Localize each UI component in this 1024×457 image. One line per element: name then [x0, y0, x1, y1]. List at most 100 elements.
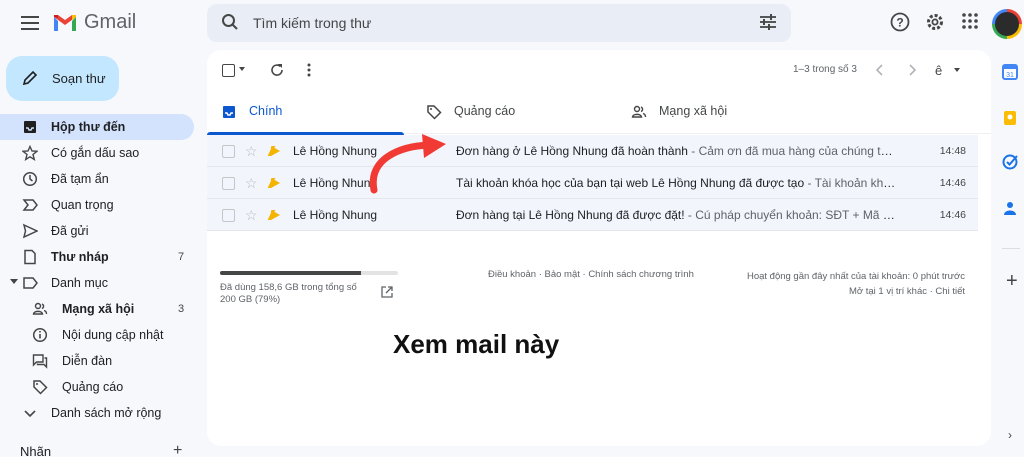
email-row[interactable]: ☆ Lê Hồng Nhung Đơn hàng tại Lê Hồng Nhu…	[207, 199, 978, 231]
rail-divider	[1002, 248, 1020, 249]
email-subject: Tài khoản khóa học của bạn tại web Lê Hồ…	[456, 176, 805, 190]
star-icon	[22, 145, 38, 161]
refresh-icon[interactable]	[269, 62, 285, 78]
apps-grid-icon[interactable]	[961, 12, 979, 30]
sidebar-item-more[interactable]: Danh sách mở rộng	[0, 400, 200, 426]
svg-text:31: 31	[1006, 72, 1014, 79]
compose-button[interactable]: Soạn thư	[6, 56, 119, 101]
forum-icon	[32, 354, 48, 369]
sidebar-item-label: Quan trọng	[51, 198, 114, 212]
sidebar-item-important[interactable]: Quan trọng	[0, 192, 200, 218]
keep-icon[interactable]	[1002, 110, 1018, 126]
search-bar[interactable]: Tìm kiếm trong thư	[207, 4, 791, 42]
add-label-icon[interactable]: +	[173, 442, 182, 457]
sidebar-item-starred[interactable]: Có gắn dấu sao	[0, 140, 200, 166]
sidebar-item-categories[interactable]: Danh mục	[0, 270, 200, 296]
search-input[interactable]: Tìm kiếm trong thư	[253, 15, 371, 31]
sidebar-item-social[interactable]: Mạng xã hội 3	[0, 296, 200, 322]
select-all-checkbox[interactable]	[222, 64, 235, 77]
activity-details[interactable]: Mở tại 1 vị trí khác · Chi tiết	[747, 284, 965, 299]
top-bar: Gmail Tìm kiếm trong thư ?	[0, 0, 1024, 48]
send-icon	[22, 223, 38, 239]
main-menu-icon[interactable]	[18, 12, 42, 36]
important-marker-icon[interactable]	[271, 146, 280, 156]
email-time: 14:48	[939, 145, 966, 157]
important-marker-icon[interactable]	[271, 210, 280, 220]
labels-heading: Nhãn	[20, 443, 52, 457]
category-tabs: Chính Quảng cáo Mạng xã hội	[207, 96, 991, 135]
pagination-text: 1–3 trong số 3	[793, 64, 857, 75]
account-activity: Hoạt động gần đây nhất của tài khoản: 0 …	[747, 269, 965, 299]
sidebar-item-label: Có gắn dấu sao	[51, 146, 140, 160]
tasks-icon[interactable]	[1002, 154, 1018, 170]
sidebar-item-promotions[interactable]: Quảng cáo	[0, 374, 200, 400]
unread-count: 7	[178, 251, 185, 263]
sidebar-item-label: Danh sách mở rộng	[51, 406, 162, 420]
tab-social[interactable]: Mạng xã hội	[625, 96, 825, 134]
sidebar-item-label: Nội dung cập nhật	[62, 328, 164, 342]
sidebar-item-label: Đã tạm ẩn	[51, 172, 109, 186]
open-external-icon[interactable]	[381, 286, 393, 298]
mail-toolbar: 1–3 trong số 3 ê	[207, 50, 991, 90]
storage-bar-fill	[220, 271, 361, 275]
add-addon-icon[interactable]: +	[1006, 270, 1018, 293]
sidebar-item-label: Mạng xã hội	[62, 302, 135, 316]
label-icon	[23, 277, 38, 289]
sidebar-item-label: Đã gửi	[51, 224, 89, 238]
email-row[interactable]: ☆ Lê Hồng Nhung Tài khoản khóa học của b…	[207, 167, 978, 199]
account-avatar[interactable]	[992, 9, 1022, 39]
email-list: ☆ Lê Hồng Nhung Đơn hàng ở Lê Hồng Nhung…	[207, 135, 978, 231]
sidebar-item-updates[interactable]: Nội dung cập nhật	[0, 322, 200, 348]
search-options-icon[interactable]	[759, 14, 777, 30]
footer-links[interactable]: Điều khoản · Bảo mật · Chính sách chương…	[488, 269, 694, 280]
sidebar: Hộp thư đến Có gắn dấu sao Đã tạm ẩn Qua…	[0, 114, 200, 457]
select-dropdown-icon[interactable]	[239, 67, 245, 71]
tab-label: Quảng cáo	[454, 104, 516, 118]
chevron-right-icon[interactable]	[907, 64, 917, 76]
gmail-logo[interactable]: Gmail	[52, 11, 136, 34]
star-icon[interactable]: ☆	[245, 175, 258, 192]
people-icon	[631, 105, 647, 118]
expand-arrow-icon[interactable]	[10, 279, 18, 284]
row-checkbox[interactable]	[222, 145, 235, 158]
contacts-icon[interactable]	[1002, 200, 1018, 216]
row-checkbox[interactable]	[222, 209, 235, 222]
red-arrow-annotation	[369, 134, 446, 194]
tag-icon	[33, 380, 48, 395]
tab-promotions[interactable]: Quảng cáo	[418, 96, 618, 134]
help-icon[interactable]: ?	[890, 12, 910, 32]
storage-usage: Đã dùng 158,6 GB trong tổng số 200 GB (7…	[220, 271, 398, 306]
sidebar-item-snoozed[interactable]: Đã tạm ẩn	[0, 166, 200, 192]
annotation-text: Xem mail này	[393, 329, 560, 359]
chevron-left-icon[interactable]	[875, 64, 885, 76]
sidebar-item-label: Quảng cáo	[62, 380, 124, 394]
email-preview: Đơn hàng ở Lê Hồng Nhung đã hoàn thành -…	[456, 144, 896, 158]
pencil-icon	[22, 70, 38, 86]
sidebar-item-inbox[interactable]: Hộp thư đến	[0, 114, 194, 140]
row-checkbox[interactable]	[222, 177, 235, 190]
sidebar-item-forums[interactable]: Diễn đàn	[0, 348, 200, 374]
email-preview: Đơn hàng tại Lê Hồng Nhung đã được đặt! …	[456, 208, 896, 222]
input-tools-icon[interactable]: ê	[935, 63, 963, 77]
more-options-icon[interactable]	[305, 62, 313, 78]
app-name: Gmail	[84, 11, 137, 33]
email-snippet: - Tài khoản khóa ...	[807, 176, 896, 190]
star-icon[interactable]: ☆	[245, 207, 258, 224]
calendar-icon[interactable]: 31	[1002, 64, 1018, 80]
settings-gear-icon[interactable]	[925, 12, 945, 32]
tab-primary[interactable]: Chính	[207, 96, 404, 135]
email-preview: Tài khoản khóa học của bạn tại web Lê Hồ…	[456, 176, 896, 190]
clock-icon	[22, 171, 38, 187]
sidebar-item-sent[interactable]: Đã gửi	[0, 218, 200, 244]
sidebar-item-drafts[interactable]: Thư nháp 7	[0, 244, 200, 270]
svg-text:?: ?	[896, 16, 903, 30]
search-icon[interactable]	[221, 13, 239, 31]
email-row[interactable]: ☆ Lê Hồng Nhung Đơn hàng ở Lê Hồng Nhung…	[207, 135, 978, 167]
sidebar-item-label: Danh mục	[51, 276, 108, 290]
important-marker-icon[interactable]	[271, 178, 280, 188]
info-icon	[32, 327, 48, 343]
tag-icon	[427, 105, 442, 120]
star-icon[interactable]: ☆	[245, 143, 258, 160]
storage-text: Đã dùng 158,6 GB trong tổng số 200 GB (7…	[220, 282, 357, 305]
chevron-right-icon[interactable]: ›	[1008, 428, 1012, 442]
